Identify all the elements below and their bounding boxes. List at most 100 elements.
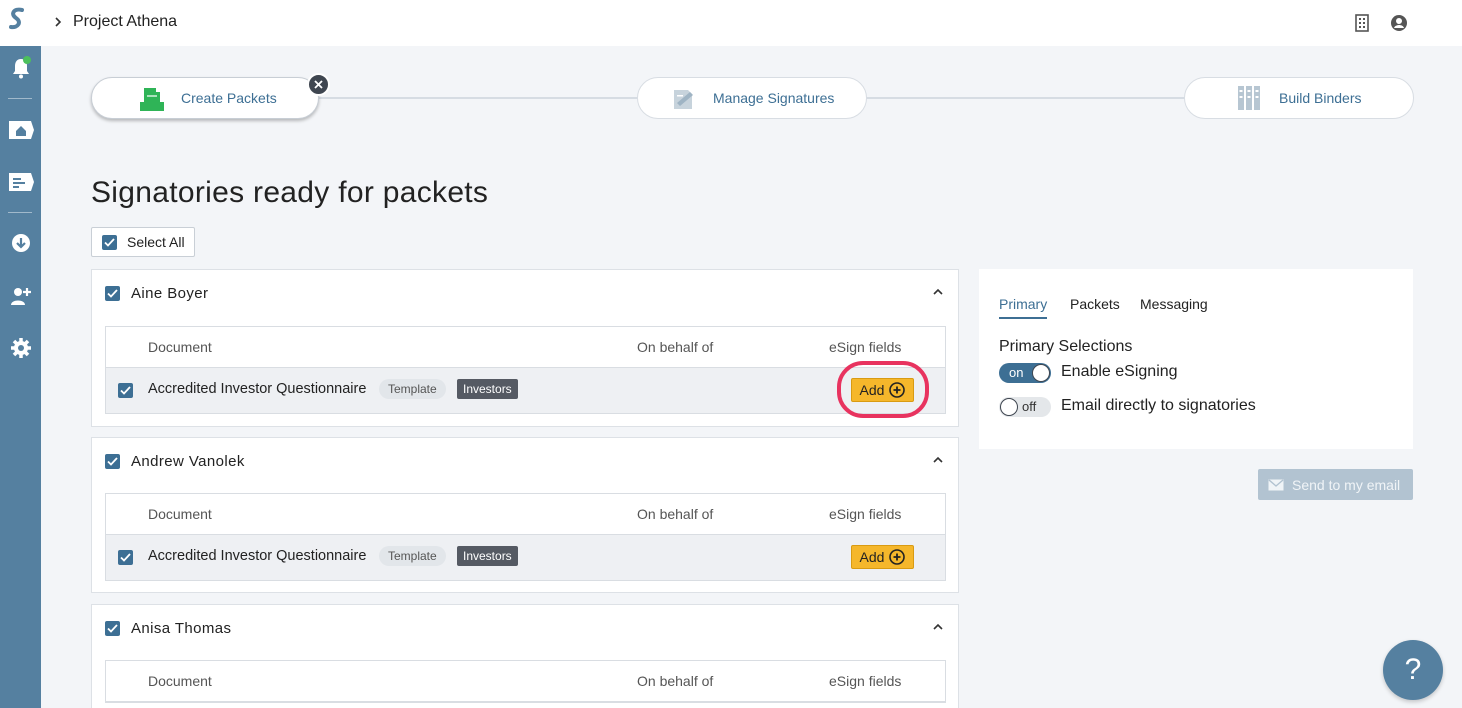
sidebar-item-notifications[interactable] <box>5 54 36 82</box>
logo[interactable] <box>0 0 41 46</box>
table-row: Accredited Investor Questionnaire Templa… <box>106 535 945 580</box>
column-esign-fields: eSign fields <box>829 506 902 522</box>
template-tag: Template <box>379 379 446 399</box>
document-table: Document On behalf of eSign fields <box>105 660 946 703</box>
column-document: Document <box>148 673 212 689</box>
breadcrumb-project-title[interactable]: Project Athena <box>73 13 177 31</box>
select-all-button[interactable]: Select All <box>91 227 195 257</box>
send-to-my-email-button[interactable]: Send to my email <box>1258 469 1413 500</box>
signatory-card: Aine Boyer Document On behalf of eSign f… <box>91 269 959 427</box>
table-header: Document On behalf of eSign fields <box>106 494 945 535</box>
template-tag: Template <box>379 546 446 566</box>
checkbox[interactable] <box>102 234 117 250</box>
top-bar: Project Athena <box>41 0 1462 46</box>
download-icon <box>11 234 30 252</box>
column-on-behalf-of: On behalf of <box>637 339 714 355</box>
tab-packets[interactable]: Packets <box>1070 296 1120 312</box>
signatory-header: Aine Boyer <box>105 285 208 302</box>
chevron-up-icon[interactable] <box>932 288 944 296</box>
signature-icon <box>674 90 693 109</box>
document-table: Document On behalf of eSign fields Accre… <box>105 493 946 581</box>
investors-tag: Investors <box>457 546 518 566</box>
email-signatories-toggle[interactable]: off <box>999 397 1051 417</box>
sidebar-item-download[interactable] <box>5 229 36 257</box>
check-icon <box>120 386 131 395</box>
chevron-right-icon <box>55 17 62 27</box>
document-checkbox[interactable] <box>118 383 133 398</box>
sidebar-item-home[interactable] <box>5 116 36 144</box>
investors-tag: Investors <box>457 379 518 399</box>
column-esign-fields: eSign fields <box>829 673 902 689</box>
envelope-icon <box>1268 478 1284 490</box>
left-sidebar <box>0 0 41 708</box>
document-table: Document On behalf of eSign fields Accre… <box>105 326 946 414</box>
signatory-header: Andrew Vanolek <box>105 453 245 470</box>
signatory-name: Andrew Vanolek <box>131 453 245 470</box>
signatory-checkbox[interactable] <box>105 454 120 469</box>
user-circle-icon[interactable] <box>1390 14 1408 32</box>
chevron-up-icon[interactable] <box>932 623 944 631</box>
document-name: Accredited Investor Questionnaire <box>148 548 367 564</box>
column-esign-fields: eSign fields <box>829 339 902 355</box>
stepper-connector <box>318 97 638 99</box>
check-icon <box>107 457 118 466</box>
help-icon: ? <box>1404 653 1422 686</box>
toggle-state: on <box>1009 365 1024 380</box>
options-panel: Primary Packets Messaging Primary Select… <box>979 269 1413 449</box>
toggle-knob <box>1000 398 1018 416</box>
close-icon[interactable] <box>307 73 330 96</box>
signatory-checkbox[interactable] <box>105 286 120 301</box>
enable-esigning-toggle[interactable]: on <box>999 363 1051 383</box>
table-header: Document On behalf of eSign fields <box>106 327 945 368</box>
signatory-name: Aine Boyer <box>131 285 209 302</box>
toggle-knob <box>1032 364 1050 382</box>
tab-primary[interactable]: Primary <box>999 296 1048 319</box>
step-manage-signatures[interactable]: Manage Signatures <box>637 77 867 119</box>
step-label: Build Binders <box>1279 90 1362 106</box>
stepper-connector <box>866 97 1186 99</box>
home-icon <box>8 121 34 139</box>
building-icon[interactable] <box>1354 14 1370 32</box>
tab-messaging[interactable]: Messaging <box>1140 296 1208 312</box>
document-name: Accredited Investor Questionnaire <box>148 381 367 397</box>
step-label: Create Packets <box>181 90 277 106</box>
logo-icon <box>9 7 24 30</box>
toggle-state: off <box>1022 399 1037 414</box>
check-icon <box>107 289 118 298</box>
signatory-card: Anisa Thomas Document On behalf of eSign… <box>91 604 959 708</box>
section-title: Primary Selections <box>999 338 1133 355</box>
check-icon <box>104 237 115 247</box>
enable-esigning-label: Enable eSigning <box>1061 363 1178 380</box>
step-create-packets[interactable]: Create Packets <box>91 77 319 119</box>
signatory-header: Anisa Thomas <box>105 620 231 637</box>
signatory-card: Andrew Vanolek Document On behalf of eSi… <box>91 437 959 593</box>
packet-icon <box>140 88 164 111</box>
sidebar-item-add-user[interactable] <box>5 282 36 310</box>
id-card-icon <box>8 173 34 191</box>
plus-circle-icon <box>889 549 906 565</box>
signatory-checkbox[interactable] <box>105 621 120 636</box>
binder-icon <box>1238 86 1260 110</box>
send-button-label: Send to my email <box>1292 476 1401 493</box>
sidebar-divider <box>8 98 32 99</box>
sidebar-item-packets[interactable] <box>5 168 36 196</box>
email-signatories-label: Email directly to signatories <box>1061 397 1256 414</box>
sidebar-divider <box>8 212 32 213</box>
highlight-annotation <box>837 361 929 418</box>
sidebar-item-settings[interactable] <box>5 334 36 362</box>
chevron-up-icon[interactable] <box>932 456 944 464</box>
add-esign-fields-button[interactable]: Add <box>851 545 914 569</box>
help-button[interactable]: ? <box>1383 640 1443 700</box>
signatory-name: Anisa Thomas <box>131 620 232 637</box>
step-label: Manage Signatures <box>713 90 835 106</box>
column-document: Document <box>148 506 212 522</box>
step-build-binders[interactable]: Build Binders <box>1184 77 1414 119</box>
page-title: Signatories ready for packets <box>91 176 489 209</box>
table-row: Accredited Investor Questionnaire Templa… <box>106 368 945 413</box>
add-label: Add <box>859 549 885 565</box>
document-checkbox[interactable] <box>118 550 133 565</box>
column-document: Document <box>148 339 212 355</box>
check-icon <box>107 624 118 633</box>
notification-dot <box>23 56 31 64</box>
table-header: Document On behalf of eSign fields <box>106 661 945 702</box>
